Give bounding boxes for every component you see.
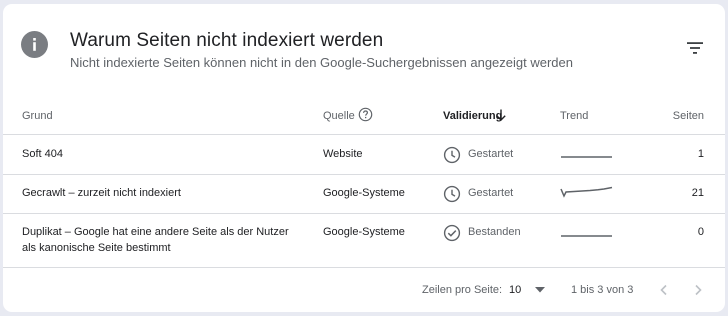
page-range-text: 1 bis 3 von 3 [571, 284, 634, 296]
card-title: Warum Seiten nicht indexiert werden [70, 30, 384, 51]
status-text: Bestanden [468, 226, 521, 238]
source-cell: Google-Systeme [323, 187, 405, 199]
filter-list-icon [687, 42, 703, 54]
rows-per-page-label: Zeilen pro Seite: [422, 284, 503, 296]
trend-sparkline [561, 235, 612, 237]
reason-cell: Gecrawlt – zurzeit nicht indexiert [22, 187, 181, 199]
previous-page-icon[interactable] [655, 281, 673, 299]
chevron-down-icon [535, 287, 545, 293]
clock-icon [443, 146, 461, 164]
source-cell: Google-Systeme [323, 226, 405, 238]
table-row[interactable]: Duplikat – Google hat eine andere Seite … [3, 214, 725, 268]
trend-sparkline [560, 186, 613, 198]
trend-sparkline [561, 156, 612, 158]
next-page-icon[interactable] [689, 281, 707, 299]
column-header-reason[interactable]: Grund [22, 110, 53, 122]
column-header-pages[interactable]: Seiten [673, 110, 704, 122]
reason-cell: Soft 404 [22, 148, 63, 160]
card-subtitle: Nicht indexierte Seiten können nicht in … [70, 55, 573, 70]
table-row[interactable]: Gecrawlt – zurzeit nicht indexiert Googl… [3, 175, 725, 214]
check-circle-icon [443, 224, 461, 242]
pages-count: 0 [697, 226, 704, 238]
pagination-bar: Zeilen pro Seite: 10 1 bis 3 von 3 [3, 270, 725, 312]
info-icon [21, 31, 48, 58]
pages-count: 1 [697, 148, 704, 160]
index-report-card: Warum Seiten nicht indexiert werden Nich… [3, 4, 725, 312]
column-header-source[interactable]: Quelle [323, 110, 355, 122]
card-header: Warum Seiten nicht indexiert werden Nich… [3, 4, 725, 100]
reason-cell: Duplikat – Google hat eine andere Seite … [22, 226, 289, 238]
status-text: Gestartet [468, 187, 514, 199]
filter-button[interactable] [683, 36, 707, 60]
table-header: Grund Quelle Validierung Trend Seiten [3, 100, 725, 135]
rows-per-page-value: 10 [509, 284, 522, 296]
source-cell: Website [323, 148, 363, 160]
column-header-validation[interactable]: Validierung [443, 110, 502, 122]
rows-per-page-select[interactable]: 10 [509, 280, 549, 302]
status-text: Gestartet [468, 148, 514, 160]
arrow-down-icon[interactable] [495, 108, 507, 122]
reason-cell-continued: als kanonische Seite bestimmt [22, 242, 171, 254]
clock-icon [443, 185, 461, 203]
pages-count: 21 [691, 187, 704, 199]
help-icon[interactable] [358, 107, 373, 122]
column-header-trend: Trend [560, 110, 589, 122]
table-row[interactable]: Soft 404 Website Gestartet 1 [3, 135, 725, 175]
